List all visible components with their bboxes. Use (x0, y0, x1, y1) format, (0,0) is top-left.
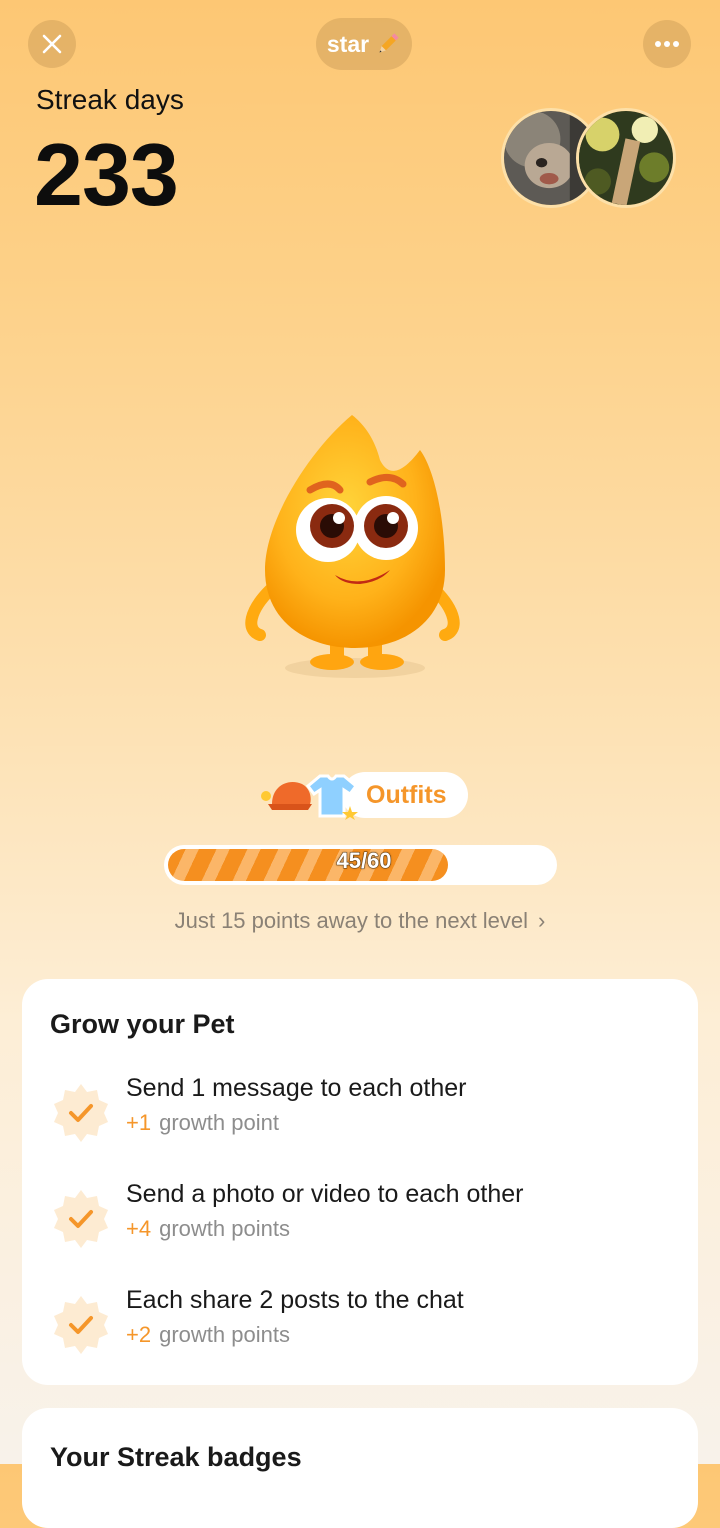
forest-photo (579, 111, 673, 205)
grow-your-pet-card: Grow your Pet Send 1 message to each oth… (22, 979, 698, 1385)
pet-character[interactable] (240, 410, 470, 690)
card-title: Grow your Pet (50, 1009, 235, 1039)
card-title: Your Streak badges (50, 1442, 302, 1472)
check-badge-icon (54, 1190, 108, 1248)
next-level-text: Just 15 points away to the next level (174, 908, 529, 933)
task-item: Each share 2 posts to the chat +2 growth … (50, 1286, 670, 1366)
task-points: +1 growth point (126, 1110, 279, 1135)
task-points: +2 growth points (126, 1322, 290, 1347)
streak-days-count: 233 (34, 125, 179, 224)
more-dots-icon (655, 41, 679, 47)
pet-name-edit-button[interactable]: star (316, 18, 412, 70)
user-avatar[interactable] (576, 108, 676, 208)
streak-badges-card: Your Streak badges (22, 1408, 698, 1528)
pet-name: star (326, 30, 370, 57)
task-item: Send 1 message to each other +1 growth po… (50, 1074, 670, 1154)
shirt-icon (305, 774, 359, 820)
task-points: +4 growth points (126, 1216, 290, 1241)
next-level-link[interactable]: Just 15 points away to the next level › (0, 908, 720, 934)
check-badge-icon (54, 1296, 108, 1354)
outfits-label: Outfits (366, 780, 447, 809)
task-item: Send a photo or video to each other +4 gr… (50, 1180, 670, 1260)
more-options-button[interactable] (643, 20, 691, 68)
chevron-right-icon: › (538, 908, 546, 933)
check-badge-icon (54, 1084, 108, 1142)
task-title: Send a photo or video to each other (126, 1180, 524, 1208)
close-icon (42, 34, 62, 54)
close-button[interactable] (28, 20, 76, 68)
task-title: Send 1 message to each other (126, 1074, 467, 1102)
progress-text: 45/60 (336, 848, 392, 874)
pencil-icon (379, 33, 399, 53)
outfits-button[interactable]: Outfits (258, 772, 468, 820)
outfits-pill[interactable]: Outfits (342, 772, 468, 818)
task-title: Each share 2 posts to the chat (126, 1286, 464, 1314)
streak-days-label: Streak days (36, 84, 184, 115)
growth-progress-bar: 45/60 (164, 845, 557, 885)
